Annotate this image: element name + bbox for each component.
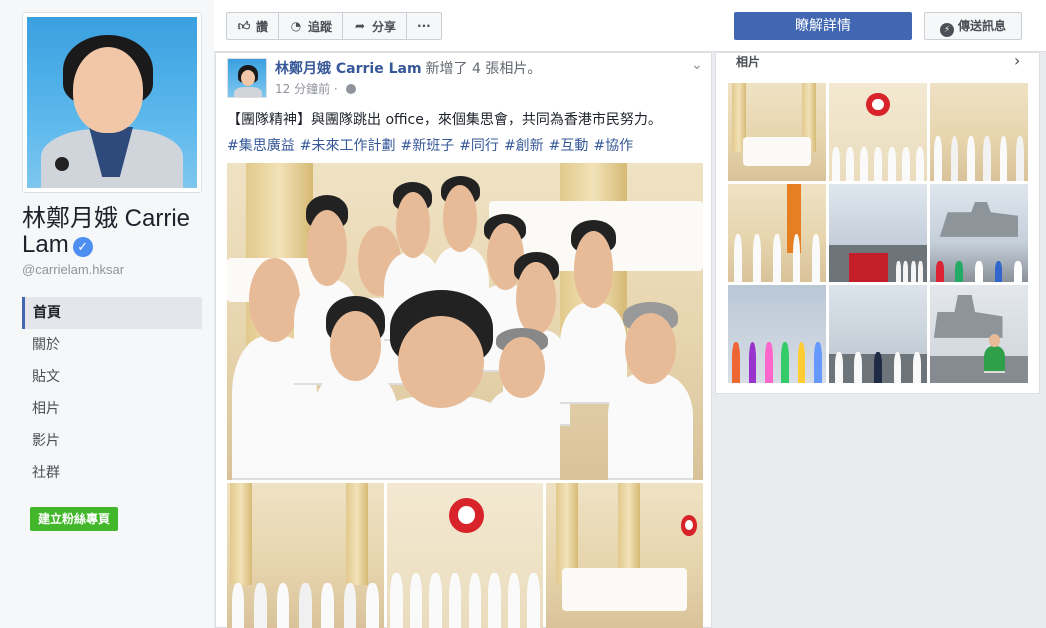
post-options-chevron-down-icon[interactable]: ⌄: [691, 57, 703, 73]
photo-grid-item[interactable]: [930, 184, 1028, 282]
post-body-text: 【團隊精神】與團隊跳出 office，來個集思會，共同為香港市民努力。: [227, 112, 662, 128]
more-button[interactable]: ···: [407, 13, 441, 39]
learn-more-button[interactable]: 瞭解詳情: [734, 12, 912, 40]
photo-grid-item[interactable]: [829, 184, 927, 282]
profile-photo: [27, 17, 197, 188]
photo-grid-item[interactable]: [930, 285, 1028, 383]
post-hashtags: #集思廣益 #未來工作計劃 #新班子 #同行 #創新 #互動 #協作: [227, 135, 638, 155]
follow-button[interactable]: ◔ 追蹤: [279, 13, 344, 39]
post-photo-thumb[interactable]: [386, 483, 544, 628]
nav-item-about[interactable]: 關於: [22, 329, 202, 361]
post-timestamp[interactable]: 12 分鐘前: [275, 82, 330, 96]
messenger-icon: ⚡: [939, 23, 954, 37]
post-photo-thumb[interactable]: [227, 483, 384, 628]
thumbs-up-icon: 👍︎: [237, 18, 251, 33]
nav-item-photos[interactable]: 相片: [22, 393, 202, 425]
hashtag-link[interactable]: #互動: [549, 138, 589, 154]
send-message-button[interactable]: ⚡ 傳送訊息: [924, 12, 1022, 40]
share-arrow-icon: ➦: [355, 19, 366, 33]
page-nav: 首頁 關於 貼文 相片 影片 社群: [22, 297, 202, 489]
rss-icon: ◔: [290, 19, 302, 33]
like-label: 讚: [256, 19, 269, 34]
nav-item-posts[interactable]: 貼文: [22, 361, 202, 393]
like-button[interactable]: 👍︎ 讚: [227, 13, 280, 39]
globe-icon: [345, 84, 356, 94]
photo-grid-item[interactable]: [829, 285, 927, 383]
hashtag-link[interactable]: #創新: [504, 138, 544, 154]
hashtag-link[interactable]: #同行: [459, 138, 499, 154]
profile-picture[interactable]: [22, 12, 202, 193]
post-photo-thumbnails: [227, 483, 704, 628]
page-action-bar: 👍︎ 讚 ◔ 追蹤 ➦ 分享 ··· 瞭解詳情 ⚡ 傳送訊息: [214, 0, 1046, 52]
hashtag-link[interactable]: #新班子: [400, 138, 454, 154]
photos-grid: [728, 83, 1030, 383]
photo-grid-item[interactable]: [728, 285, 826, 383]
verified-badge-icon: ✓: [72, 237, 93, 257]
post-card: 林鄭月娥 Carrie Lam 新增了 4 張相片。 12 分鐘前 · ⌄ 【團隊…: [215, 52, 712, 628]
photos-panel-title[interactable]: 相片: [736, 53, 760, 70]
page-action-buttons: 👍︎ 讚 ◔ 追蹤 ➦ 分享 ···: [226, 12, 442, 40]
chevron-right-icon[interactable]: ›: [1014, 51, 1020, 70]
create-page-button[interactable]: 建立粉絲專頁: [30, 507, 119, 531]
page-name: 林鄭月娥 Carrie Lam: [22, 205, 191, 258]
post-action-text: 新增了 4 張相片。: [425, 61, 542, 77]
nav-item-home[interactable]: 首頁: [22, 297, 202, 329]
nav-item-community[interactable]: 社群: [22, 457, 202, 489]
post-photo-main[interactable]: [227, 163, 703, 480]
photo-grid-item[interactable]: [829, 83, 927, 181]
post-header: 林鄭月娥 Carrie Lam 新增了 4 張相片。: [275, 58, 541, 78]
left-sidebar: 林鄭月娥 Carrie Lam ✓ @carrielam.hksar 首頁 關於 …: [0, 0, 214, 628]
hashtag-link[interactable]: #集思廣益: [227, 138, 295, 154]
send-message-label: 傳送訊息: [957, 19, 1006, 33]
nav-item-videos[interactable]: 影片: [22, 425, 202, 457]
photo-grid-item[interactable]: [728, 184, 826, 282]
photo-grid-item[interactable]: [728, 83, 826, 181]
more-dots-icon: ···: [417, 19, 431, 33]
page-title[interactable]: 林鄭月娥 Carrie Lam ✓: [22, 206, 212, 258]
hashtag-link[interactable]: #未來工作計劃: [300, 138, 396, 154]
post-author-avatar[interactable]: [227, 58, 267, 98]
post-photo-thumb[interactable]: [546, 483, 704, 628]
post-meta: 12 分鐘前 ·: [275, 80, 356, 97]
page-handle[interactable]: @carrielam.hksar: [22, 262, 124, 277]
photo-grid-item[interactable]: [930, 83, 1028, 181]
share-label: 分享: [372, 19, 397, 34]
post-author-link[interactable]: 林鄭月娥 Carrie Lam: [275, 61, 422, 77]
photos-panel: 相片 ›: [715, 51, 1040, 394]
hashtag-link[interactable]: #協作: [593, 138, 633, 154]
follow-label: 追蹤: [308, 19, 333, 34]
share-button[interactable]: ➦ 分享: [343, 13, 408, 39]
